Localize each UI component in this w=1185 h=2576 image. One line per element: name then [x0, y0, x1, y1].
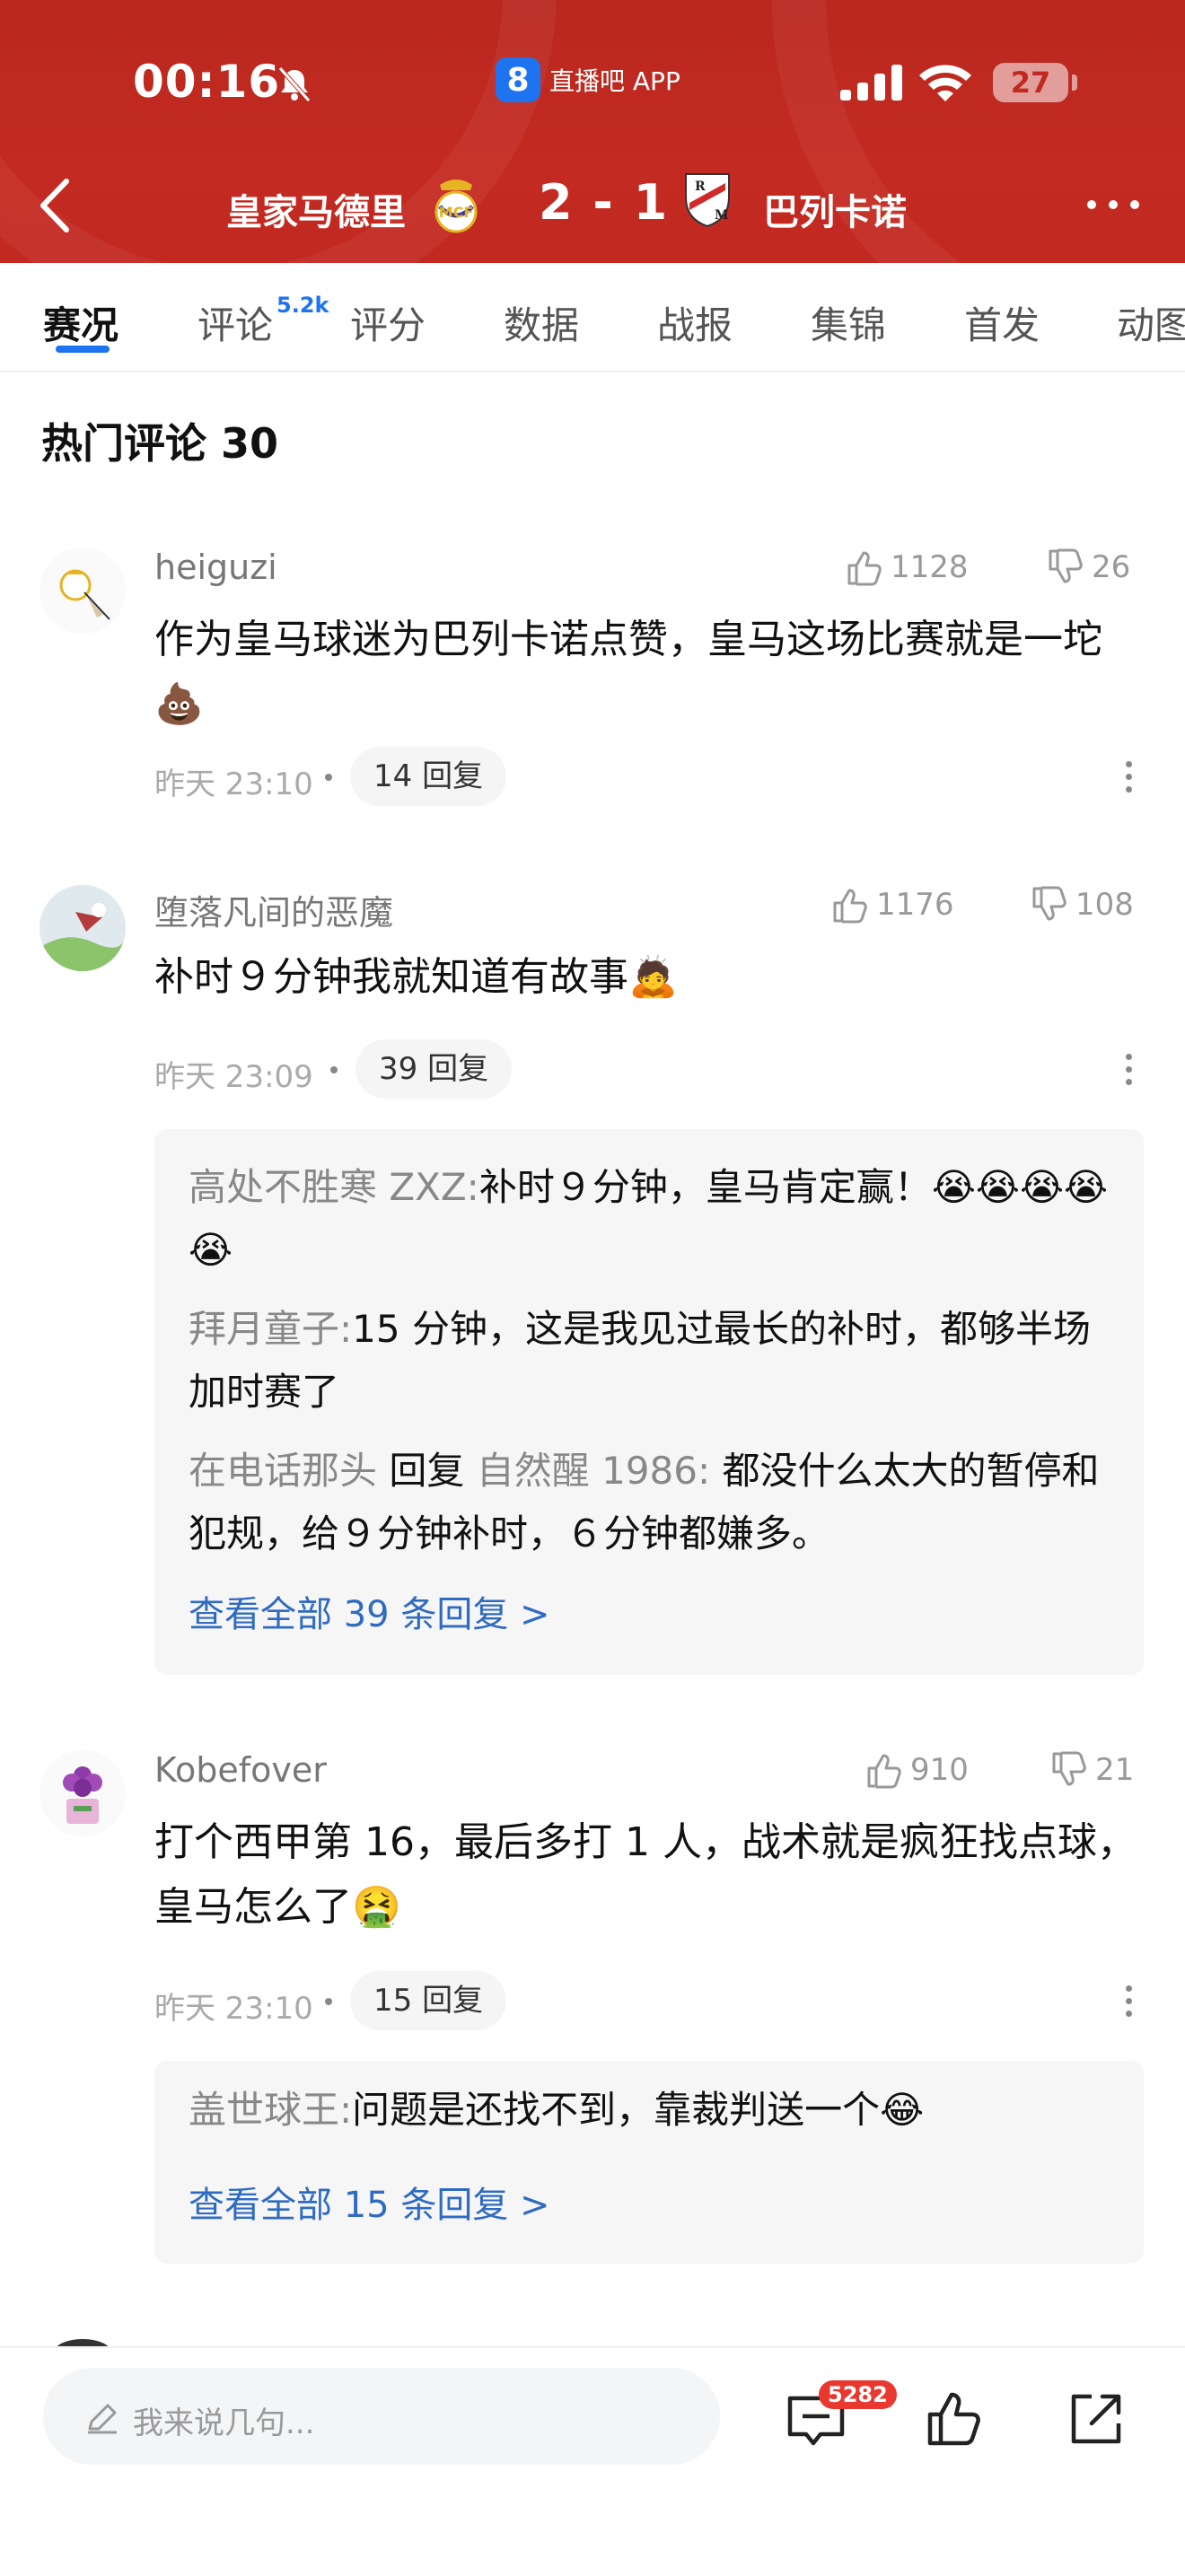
reply-item[interactable]: 拜月童子:15 分钟，这是我见过最长的补时，都够半场加时赛了 [189, 1298, 1122, 1424]
bell-muted-icon [278, 66, 311, 102]
replies-button[interactable]: 14 回复 [350, 747, 507, 806]
share-icon[interactable] [1065, 2388, 1128, 2450]
app-name: 直播吧 APP [549, 66, 680, 96]
avatar[interactable] [40, 885, 126, 971]
replies-button[interactable]: 39 回复 [356, 1039, 513, 1099]
tab-comments[interactable]: 评论 [198, 295, 273, 350]
comments-count-badge: 5.2k [276, 293, 329, 318]
comment-username[interactable]: Kobefover [154, 1750, 327, 1790]
status-time: 00:16 [133, 56, 281, 108]
comment-text: 补时９分钟我就知道有故事🙇 [154, 954, 678, 1000]
comment-count-badge: 5282 [819, 2380, 897, 2409]
meta-separator [325, 774, 332, 781]
real-madrid-crest-icon: MCF [434, 180, 478, 233]
back-arrow-icon[interactable] [36, 176, 75, 235]
cellular-signal-icon [840, 65, 902, 101]
avatar[interactable] [40, 548, 126, 634]
dislike-button[interactable]: 26 [1045, 548, 1130, 587]
match-header: 00:16 8 直播吧 APP 27 皇家马德里 MCF 2 - 1 R M 巴… [0, 0, 1185, 263]
dislike-count: 26 [1092, 549, 1131, 585]
battery-indicator: 27 [993, 63, 1068, 102]
tab-stats[interactable]: 数据 [504, 295, 579, 350]
thumbs-down-icon [1052, 1751, 1086, 1786]
tab-highlights[interactable]: 集锦 [811, 295, 886, 350]
rayo-vallecano-crest-icon: R M [685, 173, 730, 228]
like-count: 910 [910, 1752, 969, 1788]
app-logo: 8 [496, 57, 540, 102]
view-all-replies-link[interactable]: 查看全部 15 条回复 > [189, 2176, 550, 2228]
like-button[interactable]: 1176 [830, 885, 954, 924]
reply-item[interactable]: 盖世球王:问题是还找不到，靠裁判送一个😂 [189, 2079, 1122, 2142]
match-score: 2 - 1 [539, 174, 670, 231]
svg-text:M: M [715, 208, 729, 223]
tab-match-status[interactable]: 赛况 [43, 295, 118, 350]
like-button[interactable]: 910 [864, 1750, 969, 1790]
battery-cap [1072, 74, 1077, 91]
like-icon[interactable] [925, 2388, 988, 2450]
comment-username[interactable]: heiguzi [154, 548, 277, 587]
reply-item[interactable]: 在电话那头 回复 自然醒 1986: 都没什么太大的暂停和犯规，给９分钟补时，６… [189, 1440, 1122, 1565]
replies-button[interactable]: 15 回复 [350, 1971, 507, 2030]
view-all-replies-link[interactable]: 查看全部 39 条回复 > [189, 1585, 550, 1637]
active-tab-indicator [56, 346, 110, 353]
real-madrid-avatar-icon [40, 548, 126, 634]
comment-more-icon[interactable] [1126, 1054, 1133, 1091]
reply-preview-box: 盖世球王:问题是还找不到，靠裁判送一个😂 查看全部 15 条回复 > [154, 2061, 1144, 2264]
comment-username[interactable]: 堕落凡间的恶魔 [154, 885, 393, 934]
dislike-button[interactable]: 21 [1049, 1750, 1134, 1790]
hot-comments-title: 热门评论 30 [41, 419, 279, 468]
svg-text:R: R [695, 180, 706, 194]
tab-ratings[interactable]: 评分 [350, 295, 426, 350]
thumbs-down-icon [1049, 548, 1083, 583]
comment-time: 昨天 23:10 [154, 767, 313, 802]
meta-separator [330, 1066, 338, 1073]
meta-separator [325, 1998, 332, 2005]
reply-connector: 回复 [377, 1449, 477, 1493]
like-count: 1128 [891, 549, 969, 585]
away-team-name[interactable]: 巴列卡诺 [763, 183, 907, 235]
home-team-name[interactable]: 皇家马德里 [226, 183, 406, 235]
more-options-icon[interactable] [1086, 199, 1140, 210]
reply-preview-box: 高处不胜寒 ZXZ:补时９分钟，皇马肯定赢！😭😭😭😭😭 拜月童子:15 分钟，这… [154, 1129, 1144, 1675]
comment-text: 作为皇马球迷为巴列卡诺点赞，皇马这场比赛就是一坨💩 [154, 617, 1102, 727]
reply-username[interactable]: 高处不胜寒 ZXZ: [189, 1165, 479, 1209]
reply-item[interactable]: 高处不胜寒 ZXZ:补时９分钟，皇马肯定赢！😭😭😭😭😭 [189, 1156, 1122, 1282]
dislike-button[interactable]: 108 [1029, 885, 1134, 924]
comment-input[interactable]: 我来说几句... [43, 2368, 720, 2465]
app-badge: 8 直播吧 APP [496, 57, 680, 102]
dislike-count: 108 [1075, 887, 1134, 923]
comment-text: 打个西甲第 16，最后多打 1 人，战术就是疯狂找点球，皇马怎么了🤮 [154, 1819, 1137, 1930]
reply-username[interactable]: 拜月童子: [189, 1307, 352, 1351]
reply-target-username[interactable]: 自然醒 1986: [477, 1449, 710, 1493]
comment-more-icon[interactable] [1126, 1985, 1133, 2023]
comment-more-icon[interactable] [1126, 761, 1133, 799]
svg-text:MCF: MCF [439, 204, 474, 221]
reply-username[interactable]: 盖世球王: [189, 2088, 352, 2132]
pencil-icon [88, 2404, 117, 2434]
bottom-action-bar: 我来说几句... 5282 [0, 2346, 1185, 2576]
thumbs-down-icon [1032, 886, 1066, 921]
flower-pot-avatar-icon [40, 1750, 126, 1836]
reply-username[interactable]: 在电话那头 [189, 1449, 377, 1493]
tab-lineup[interactable]: 首发 [964, 295, 1040, 350]
tab-gifs[interactable]: 动图 [1117, 295, 1185, 350]
comment-time: 昨天 23:10 [154, 1991, 313, 2027]
comment-input-placeholder: 我来说几句... [133, 2405, 315, 2441]
wifi-icon [919, 65, 971, 101]
comment-time: 昨天 23:09 [154, 1059, 313, 1095]
like-count: 1176 [876, 887, 954, 923]
dislike-count: 21 [1095, 1752, 1135, 1788]
thumbs-up-icon [833, 889, 867, 924]
tab-bar: 赛况 评论 评分 数据 战报 集锦 首发 动图 [0, 263, 1185, 372]
thumbs-up-icon [847, 551, 882, 586]
next-comment-partial [0, 2330, 1185, 2348]
thumbs-up-icon [867, 1754, 901, 1789]
avatar[interactable] [40, 1750, 126, 1836]
like-button[interactable]: 1128 [844, 548, 969, 587]
reply-text: 问题是还找不到，靠裁判送一个😂 [352, 2088, 925, 2132]
landscape-avatar-icon [40, 885, 126, 971]
tab-report[interactable]: 战报 [657, 295, 733, 350]
